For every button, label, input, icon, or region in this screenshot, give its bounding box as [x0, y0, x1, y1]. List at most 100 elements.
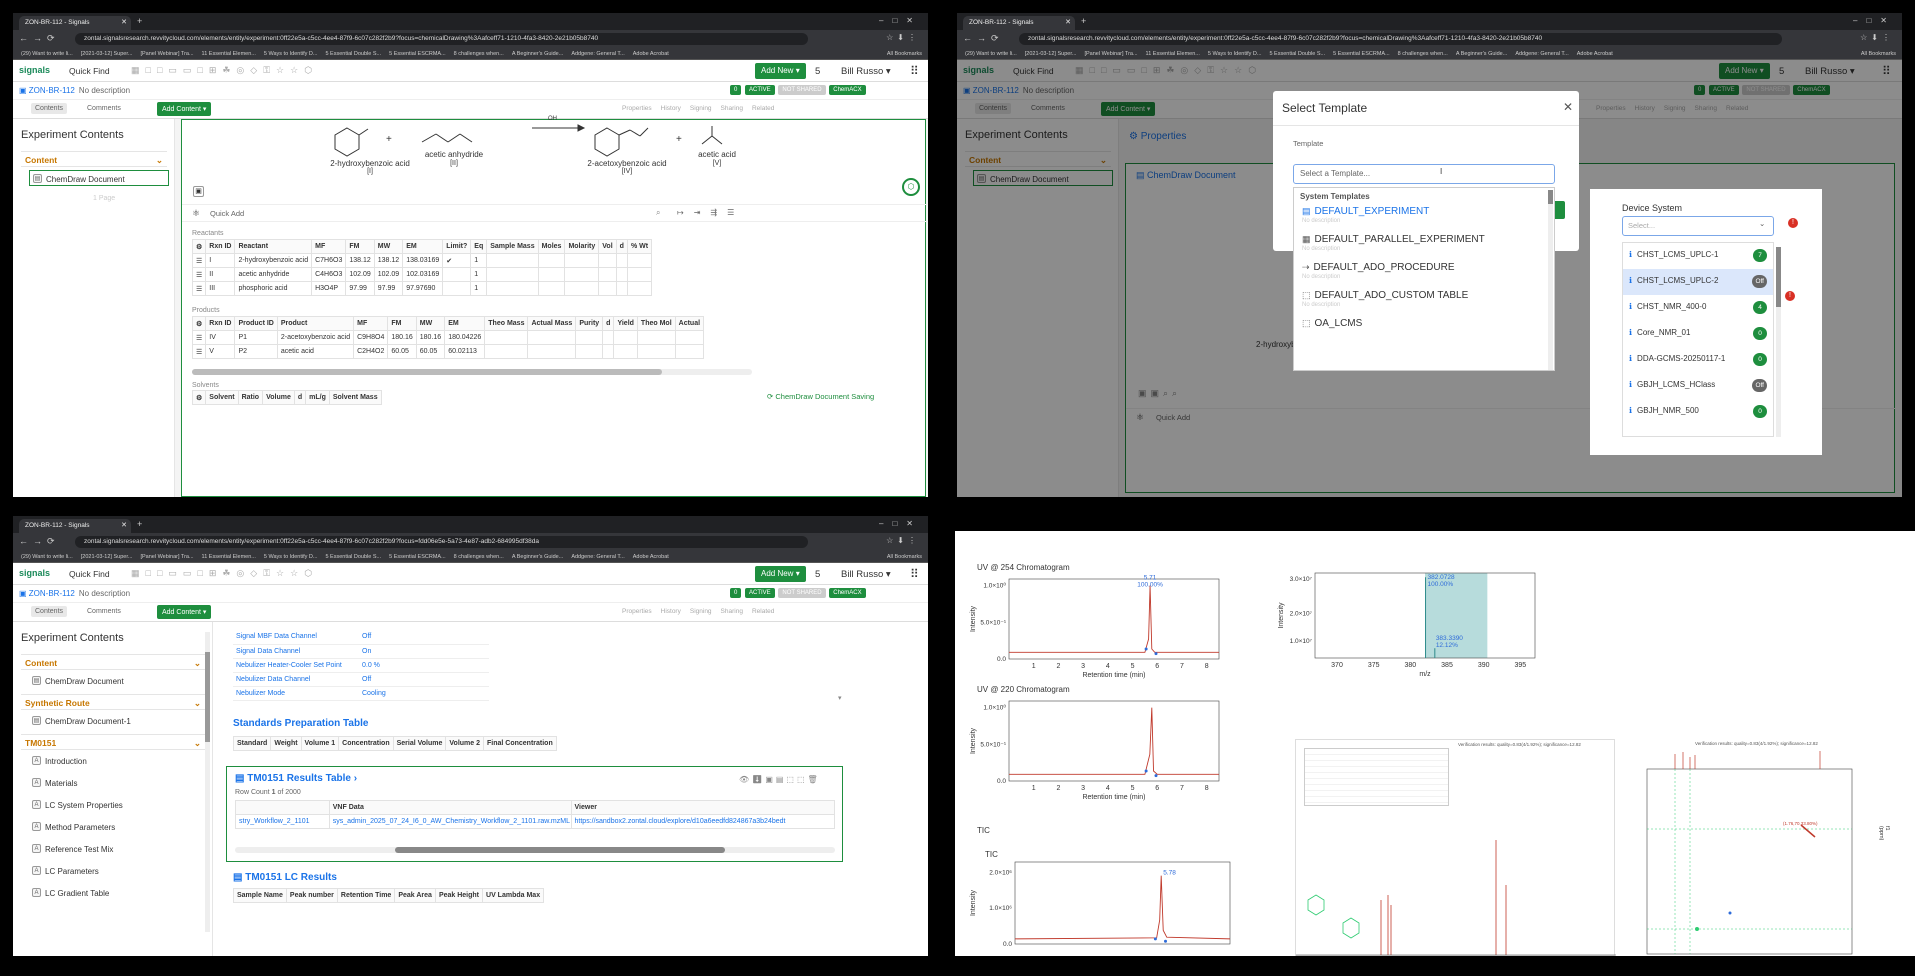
bookmark-item[interactable]: A Beginner's Guide... [512, 551, 564, 563]
table-cell[interactable] [537, 253, 566, 268]
table-cell[interactable]: V [205, 344, 236, 359]
add-new-button[interactable]: Add New ▾ [755, 63, 806, 79]
table-cell[interactable] [442, 267, 472, 282]
bookmark-item[interactable]: 5 Ways to Identify D... [1208, 48, 1262, 60]
all-bookmarks[interactable]: All Bookmarks [887, 48, 922, 60]
sidebar-item-tm[interactable]: A Reference Test Mix [29, 841, 169, 857]
table-cell[interactable] [674, 344, 705, 359]
tab-history[interactable]: History [661, 105, 681, 112]
table-cell[interactable]: 138.12 [373, 253, 404, 268]
table-cell[interactable]: 2-hydroxybenzoic acid [234, 253, 313, 268]
info-icon[interactable]: ℹ [1629, 354, 1632, 363]
table-cell[interactable]: 180.16 [415, 330, 446, 345]
tab-properties[interactable]: Properties [622, 608, 652, 615]
drag-handle-icon[interactable]: ☰ [191, 267, 207, 282]
info-icon[interactable]: ℹ [1629, 406, 1632, 415]
table-cell[interactable]: 138.03169 [402, 253, 444, 268]
scrollbar-thumb[interactable] [205, 652, 210, 742]
table-cell[interactable] [564, 267, 600, 282]
sidebar-item-tm[interactable]: A LC Parameters [29, 863, 169, 879]
info-icon[interactable]: ℹ [1629, 302, 1632, 311]
notification-count[interactable]: 5 [815, 66, 820, 77]
table-row[interactable]: stry_Workflow_2_1101 sys_admin_2025_07_24… [235, 814, 836, 829]
device-scrollbar[interactable] [1776, 247, 1781, 437]
info-icon[interactable]: ℹ [1629, 276, 1632, 285]
bookmark-item[interactable]: (29) Want to write li... [21, 48, 73, 60]
table-cell[interactable]: 60.05 [415, 344, 446, 359]
device-option[interactable]: ℹ DDA-GCMS-20250117-1 0 [1623, 347, 1773, 373]
tab-comments[interactable]: Comments [83, 606, 125, 617]
tab-sharing[interactable]: Sharing [721, 608, 743, 615]
table-row[interactable]: ☰ I 2-hydroxybenzoic acid C7H6O3 138.12 138.1… [191, 253, 653, 268]
table-cell[interactable]: P1 [234, 330, 278, 345]
sidebar-item-chemdraw[interactable]: ▤ ChemDraw Document [29, 170, 169, 186]
bookmark-item[interactable]: 5 Essential ESCRMA... [389, 48, 446, 60]
uv220-chromatogram[interactable]: 1 2 3 4 5 6 7 8 0.0 5.0×10⁻¹ 1.0×10⁰ Intensity Reten… [967, 695, 1227, 810]
bookmark-item[interactable]: 5 Essential Double S... [1269, 48, 1325, 60]
browser-tab[interactable]: ZON-BR-112 - Signals ✕ [963, 16, 1075, 30]
bookmark-item[interactable]: Adobe Acrobat [1577, 48, 1613, 60]
experiment-id[interactable]: ▣ ZON-BR-112 No description [19, 86, 130, 95]
table-cell[interactable] [636, 330, 676, 345]
drag-handle-icon[interactable]: ☰ [191, 330, 207, 345]
window-controls[interactable]: –□✕ [879, 519, 922, 528]
bookmark-item[interactable]: Addgene: General T... [571, 551, 624, 563]
browser-tab[interactable]: ZON-BR-112 - Signals ✕ [19, 519, 131, 533]
apps-grid-icon[interactable]: ⠿ [910, 64, 919, 78]
table-cell[interactable]: 97.99 [373, 281, 404, 296]
bookmark-item[interactable]: Adobe Acrobat [633, 48, 669, 60]
tab-comments[interactable]: Comments [83, 103, 125, 114]
table-cell[interactable]: I [205, 253, 236, 268]
browser-actions-icon[interactable]: ☆⬇⋮ [1860, 33, 1894, 42]
table-cell[interactable]: phosphoric acid [234, 281, 313, 296]
user-menu[interactable]: Bill Russo ▾ [841, 66, 891, 77]
drag-handle-icon[interactable]: ☰ [191, 253, 207, 268]
table-cell[interactable] [537, 281, 566, 296]
property-value[interactable]: Off [359, 672, 439, 687]
table-cell[interactable] [602, 344, 615, 359]
table-cell[interactable] [442, 281, 472, 296]
chevron-down-icon[interactable]: ⌄ [156, 155, 163, 166]
table-cell[interactable]: C9H8O4 [353, 330, 389, 345]
table-row[interactable]: ☰ IV P1 2-acetoxybenzoic acid C9H8O4 180.16 18… [191, 330, 705, 345]
sidebar-item-tm[interactable]: A LC System Properties [29, 797, 169, 813]
device-option[interactable]: ℹ CHST_LCMS_UPLC-1 7 [1623, 243, 1773, 269]
experiment-id[interactable]: ▣ ZON-BR-112 No description [19, 589, 130, 598]
bookmark-item[interactable]: 5 Essential ESCRMA... [389, 551, 446, 563]
device-option[interactable]: ℹ GBJH_LCMS_HClass Off [1623, 373, 1773, 399]
table-cell[interactable] [484, 330, 529, 345]
bookmark-item[interactable]: [Panel Webinar] Tra... [140, 48, 193, 60]
bookmark-item[interactable]: 5 Essential Double S... [325, 48, 381, 60]
active-badge[interactable]: ACTIVE [745, 85, 775, 95]
toolbar-icons[interactable]: ▦□□▭▭□⊞☘◎◇⚿☆☆⬡ [131, 65, 318, 76]
chemacx-badge[interactable]: ChemACX [829, 588, 866, 598]
sidebar-section-synthetic-route[interactable]: Synthetic Route ⌄ [21, 694, 205, 710]
scrollbar-thumb[interactable] [1548, 190, 1553, 204]
bookmark-item[interactable]: (29) Want to write li... [965, 48, 1017, 60]
table-cell[interactable] [602, 330, 615, 345]
right-tabs[interactable]: Properties History Signing Sharing Related [613, 105, 774, 112]
close-icon[interactable]: ✕ [121, 521, 127, 529]
table-cell[interactable]: C4H6O3 [311, 267, 347, 282]
table-cell[interactable]: II [205, 267, 236, 282]
address-input[interactable]: zontal.signalsresearch.revvitycloud.com/… [1019, 33, 1782, 45]
scrollbar-thumb[interactable] [395, 847, 725, 853]
reaction-settings-icon[interactable]: ⚛ [192, 208, 200, 219]
chevron-down-icon[interactable]: ⌄ [194, 698, 201, 709]
table-cell[interactable]: 2-acetoxybenzoic acid [276, 330, 355, 345]
quick-add-tools[interactable]: ↦⇥⇶☰ [677, 208, 744, 217]
results-tools[interactable]: 👁⬇▣▤⬚⬚🗑 [739, 775, 821, 784]
table-cell[interactable]: IV [205, 330, 236, 345]
bookmark-item[interactable]: 5 Ways to Identify D... [264, 551, 318, 563]
nav-icons[interactable]: ←→⟳ [19, 33, 60, 44]
close-icon[interactable]: ✕ [1563, 100, 1573, 114]
tab-signing[interactable]: Signing [690, 105, 712, 112]
all-bookmarks[interactable]: All Bookmarks [1861, 48, 1896, 60]
nav-icons[interactable]: ←→⟳ [963, 33, 1004, 44]
nmr-spectrum-panel[interactable]: Verification results: quality=0.83(4/1.9… [1635, 739, 1893, 956]
address-input[interactable]: zontal.signalsresearch.revvitycloud.com/… [75, 33, 808, 45]
quick-find[interactable]: Quick Find [69, 66, 110, 76]
not-shared-badge[interactable]: NOT SHARED [778, 588, 826, 598]
table-cell[interactable] [626, 281, 653, 296]
close-icon[interactable]: ✕ [1065, 18, 1071, 26]
